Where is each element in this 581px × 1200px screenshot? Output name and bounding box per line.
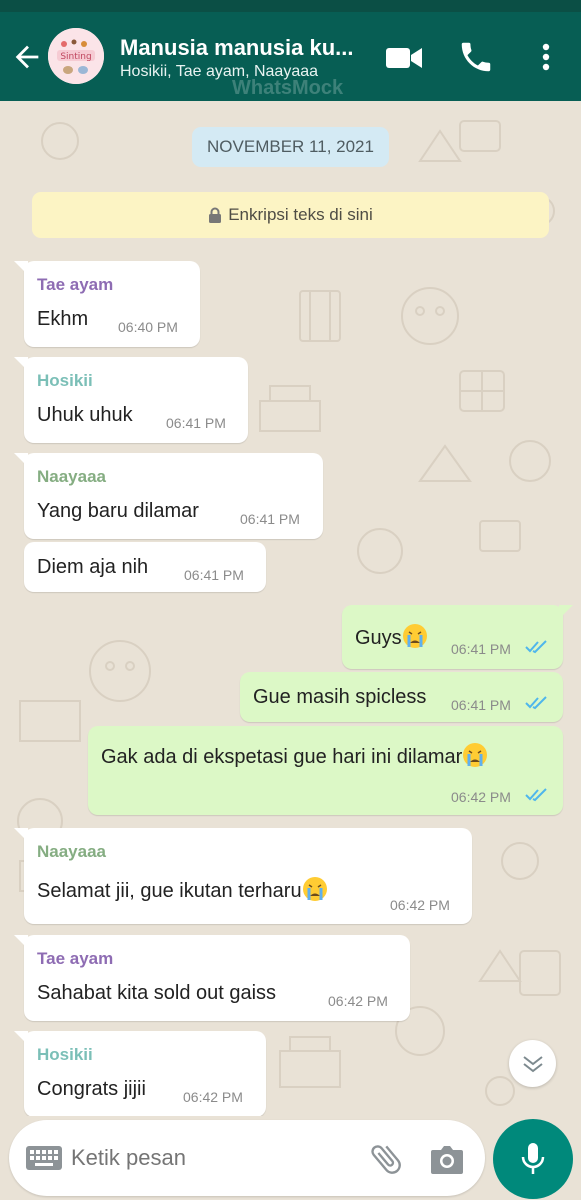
message-text: Guys — [355, 623, 428, 650]
message-time: 06:41 PM — [451, 641, 511, 657]
read-receipt-icon — [525, 696, 547, 710]
crying-face-emoji-icon — [463, 743, 488, 767]
attachment-icon[interactable] — [367, 1140, 405, 1178]
group-avatar[interactable]: Sinting — [48, 28, 104, 84]
message-time: 06:42 PM — [183, 1089, 243, 1105]
message-bubble-incoming[interactable]: Diem aja nih 06:41 PM — [24, 542, 266, 592]
lock-icon — [209, 207, 222, 223]
message-time: 06:42 PM — [328, 993, 388, 1009]
video-call-icon[interactable] — [384, 38, 424, 76]
watermark-text: WhatsMock — [232, 77, 344, 99]
message-time: 06:42 PM — [390, 897, 450, 913]
microphone-icon — [521, 1143, 545, 1174]
bubble-tail — [14, 261, 28, 275]
back-arrow-icon[interactable] — [10, 40, 44, 74]
keyboard-icon[interactable] — [25, 1144, 63, 1172]
message-text: Selamat jii, gue ikutan terharu — [37, 876, 328, 903]
message-input[interactable] — [71, 1145, 351, 1171]
message-text: Yang baru dilamar — [37, 500, 199, 522]
read-receipt-icon — [525, 788, 547, 802]
bubble-tail — [14, 453, 28, 467]
message-sender: Tae ayam — [37, 275, 114, 294]
bubble-tail — [14, 935, 28, 949]
status-bar — [0, 0, 581, 12]
message-sender: Naayaaa — [37, 467, 107, 486]
bubble-tail — [559, 605, 573, 619]
more-options-icon[interactable] — [526, 38, 566, 76]
message-bubble-outgoing[interactable]: Gue masih spicless 06:41 PM — [240, 672, 563, 722]
message-time: 06:40 PM — [118, 319, 178, 335]
message-sender: Naayaaa — [37, 842, 107, 861]
message-bubble-incoming[interactable]: Naayaaa Selamat jii, gue ikutan terharu … — [14, 828, 472, 924]
message-text: Gak ada di ekspetasi gue hari ini dilama… — [101, 742, 488, 769]
message-time: 06:41 PM — [240, 511, 300, 527]
read-receipt-icon — [525, 640, 547, 654]
message-text: Ekhm — [37, 308, 89, 330]
avatar-image: Sinting — [48, 28, 104, 84]
message-text: Gue masih spicless — [253, 686, 427, 708]
chat-header: Sinting Manusia manusia ku... Hosikii, T… — [0, 12, 581, 101]
message-bubble-incoming[interactable]: Hosikii Congrats jijii 06:42 PM — [14, 1031, 266, 1116]
message-text: Sahabat kita sold out gaiss — [37, 982, 277, 1004]
date-separator: NOVEMBER 11, 2021 — [192, 127, 389, 167]
encryption-notice[interactable]: Enkripsi teks di sini — [32, 192, 549, 238]
message-sender: Tae ayam — [37, 949, 114, 968]
message-time: 06:41 PM — [166, 415, 226, 431]
message-time: 06:41 PM — [451, 697, 511, 713]
voice-message-button[interactable] — [493, 1119, 573, 1199]
chat-area[interactable]: NOVEMBER 11, 2021 Enkripsi teks di sini … — [0, 101, 581, 1116]
message-text: Uhuk uhuk — [37, 404, 133, 426]
message-sender: Hosikii — [37, 371, 93, 390]
encryption-notice-text: Enkripsi teks di sini — [228, 205, 373, 224]
camera-icon[interactable] — [429, 1142, 465, 1176]
message-time: 06:42 PM — [451, 789, 511, 805]
voice-call-icon[interactable] — [456, 38, 496, 76]
message-text: Diem aja nih — [37, 556, 149, 578]
crying-face-emoji-icon — [402, 624, 427, 648]
avatar-text: Sinting — [60, 52, 91, 62]
message-bubble-incoming[interactable]: Naayaaa Yang baru dilamar 06:41 PM — [14, 453, 323, 539]
scroll-to-bottom-button[interactable] — [509, 1040, 556, 1087]
message-text: Congrats jijii — [37, 1078, 146, 1100]
bubble-tail — [14, 1031, 28, 1045]
crying-face-emoji-icon — [302, 877, 327, 901]
message-composer — [9, 1120, 485, 1196]
message-bubble-incoming[interactable]: Tae ayam Ekhm 06:40 PM — [14, 261, 200, 347]
message-bubble-incoming[interactable]: Tae ayam Sahabat kita sold out gaiss 06:… — [14, 935, 410, 1021]
message-time: 06:41 PM — [184, 567, 244, 583]
message-sender: Hosikii — [37, 1045, 93, 1064]
double-chevron-down-icon — [522, 1055, 543, 1072]
message-bubble-outgoing[interactable]: Guys 06:41 PM — [342, 605, 573, 669]
message-bubble-incoming[interactable]: Hosikii Uhuk uhuk 06:41 PM — [14, 357, 248, 443]
bubble-tail — [14, 357, 28, 371]
message-bubble-outgoing[interactable]: Gak ada di ekspetasi gue hari ini dilama… — [88, 726, 563, 815]
bubble-tail — [14, 828, 28, 842]
chat-title[interactable]: Manusia manusia ku... — [120, 35, 360, 61]
